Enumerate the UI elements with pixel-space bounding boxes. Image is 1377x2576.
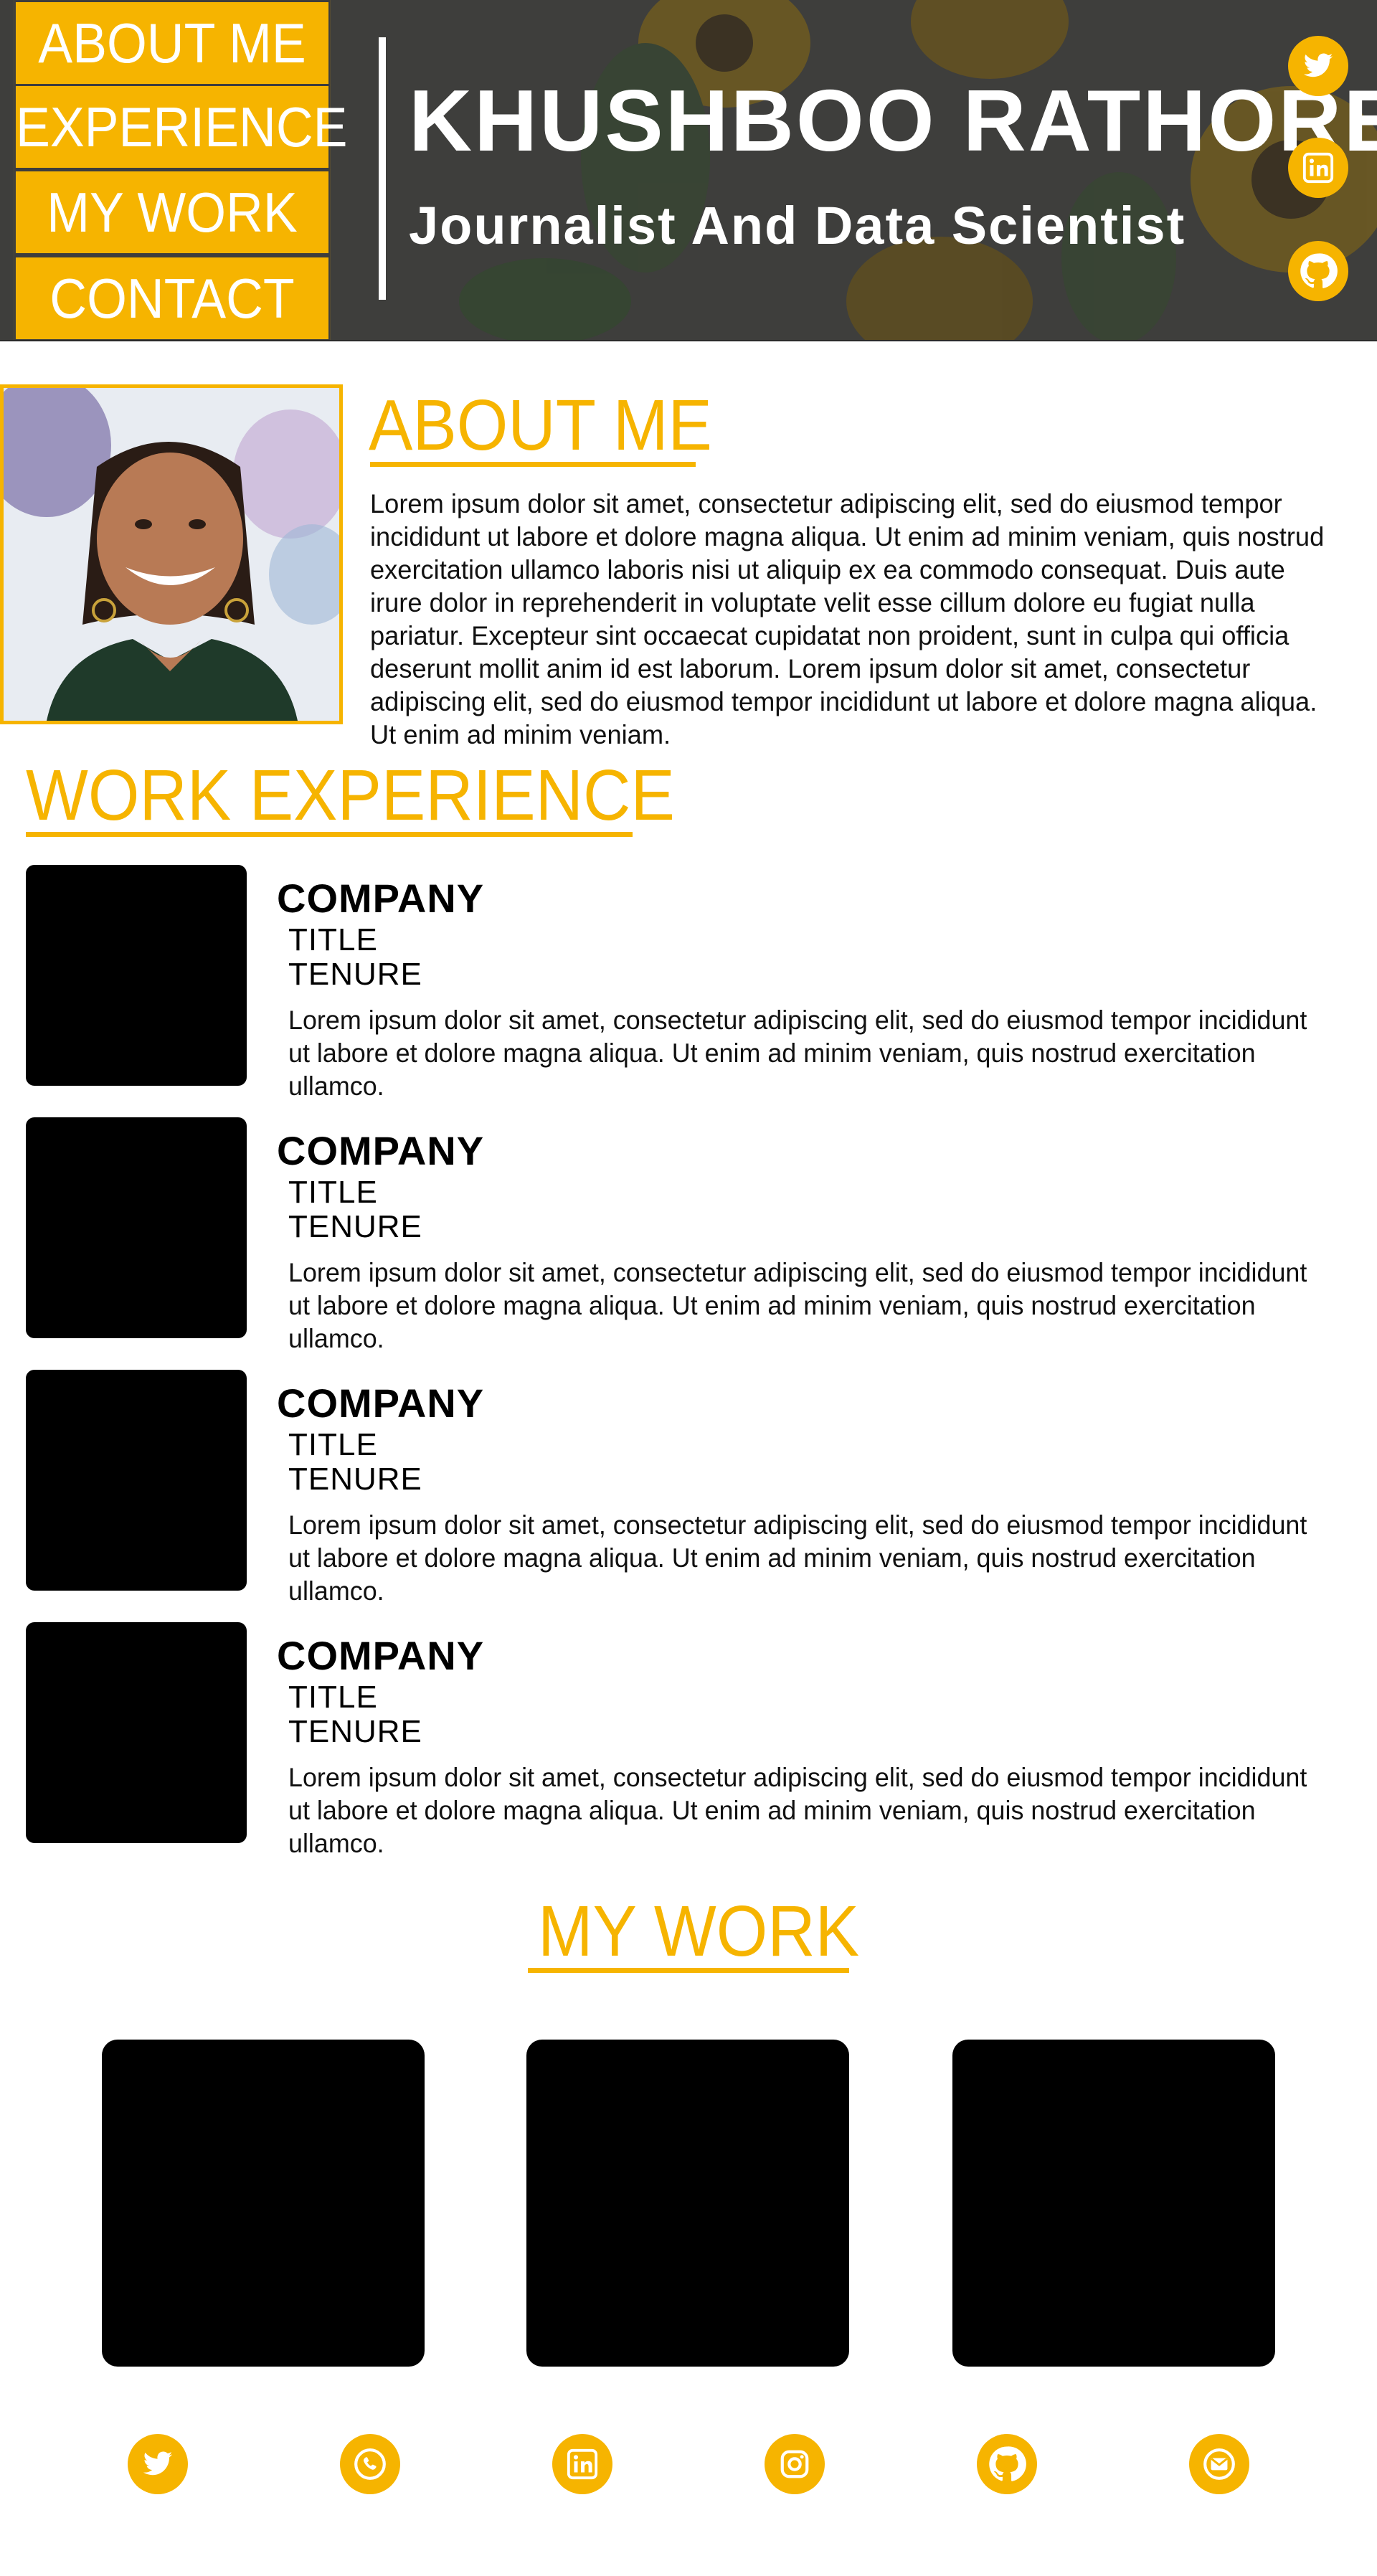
header-divider (379, 37, 386, 300)
company-logo-placeholder (26, 1117, 247, 1338)
my-work-heading: MY WORK (538, 1891, 860, 1971)
job-description: Lorem ipsum dolor sit amet, consectetur … (288, 1510, 1307, 1606)
nav-about-me[interactable]: ABOUT ME (14, 0, 331, 86)
instagram-icon (780, 2450, 809, 2478)
job-tenure: TENURE (288, 957, 422, 992)
nav-contact-me[interactable]: CONTACT ME (14, 255, 331, 340)
header-linkedin-link[interactable] (1288, 138, 1348, 198)
job-description: Lorem ipsum dolor sit amet, consectetur … (288, 1763, 1307, 1858)
github-icon (1300, 253, 1338, 288)
company-name: COMPANY (277, 876, 485, 921)
profile-photo (0, 384, 343, 724)
experience-heading-underline (26, 832, 633, 837)
company-name: COMPANY (277, 1633, 485, 1678)
nav-experience[interactable]: EXPERIENCE (14, 84, 348, 170)
job-tenure: TENURE (288, 1209, 422, 1244)
footer-instagram-link[interactable] (765, 2434, 825, 2494)
footer-linkedin-link[interactable] (552, 2434, 612, 2494)
my-work-heading-underline (528, 1968, 849, 1973)
company-logo-placeholder (26, 1370, 247, 1591)
linkedin-icon (1302, 152, 1334, 184)
page-subtitle: Journalist And Data Scientist (409, 196, 1186, 255)
company-logo-placeholder (26, 1622, 247, 1843)
linkedin-icon (567, 2448, 598, 2480)
company-name: COMPANY (277, 1128, 485, 1173)
footer-twitter-link[interactable] (128, 2434, 188, 2494)
job-tenure: TENURE (288, 1714, 422, 1749)
header-banner: ABOUT ME EXPERIENCE MY WORK CONTACT ME K… (0, 0, 1377, 341)
main-nav: ABOUT ME EXPERIENCE MY WORK CONTACT ME (0, 0, 348, 340)
footer-email-link[interactable] (1189, 2434, 1249, 2494)
job-title: TITLE (288, 922, 378, 957)
company-name: COMPANY (277, 1381, 485, 1426)
email-icon (1203, 2448, 1235, 2480)
work-card[interactable] (526, 2040, 849, 2367)
job-title: TITLE (288, 1427, 378, 1462)
company-logo-placeholder (26, 865, 247, 1086)
work-card[interactable] (102, 2040, 425, 2367)
portrait-image (4, 388, 339, 721)
about-heading: ABOUT ME (369, 385, 712, 465)
about-heading-underline (370, 462, 696, 467)
page-title: KHUSHBOO RATHORE (409, 72, 1377, 169)
nav-my-work[interactable]: MY WORK (14, 169, 331, 255)
twitter-icon (143, 2451, 173, 2476)
experience-heading: WORK EXPERIENCE (26, 755, 675, 835)
header-github-link[interactable] (1288, 241, 1348, 301)
twitter-icon (1303, 53, 1333, 77)
footer-github-link[interactable] (977, 2434, 1037, 2494)
job-description: Lorem ipsum dolor sit amet, consectetur … (288, 1258, 1307, 1353)
job-description: Lorem ipsum dolor sit amet, consectetur … (288, 1005, 1307, 1101)
work-card[interactable] (952, 2040, 1275, 2367)
job-title: TITLE (288, 1680, 378, 1715)
job-tenure: TENURE (288, 1462, 422, 1497)
job-title: TITLE (288, 1175, 378, 1210)
footer-phone-link[interactable] (340, 2434, 400, 2494)
header-twitter-link[interactable] (1288, 36, 1348, 96)
phone-icon (354, 2448, 386, 2480)
github-icon (989, 2446, 1026, 2481)
about-text: Lorem ipsum dolor sit amet, consectetur … (370, 489, 1325, 749)
